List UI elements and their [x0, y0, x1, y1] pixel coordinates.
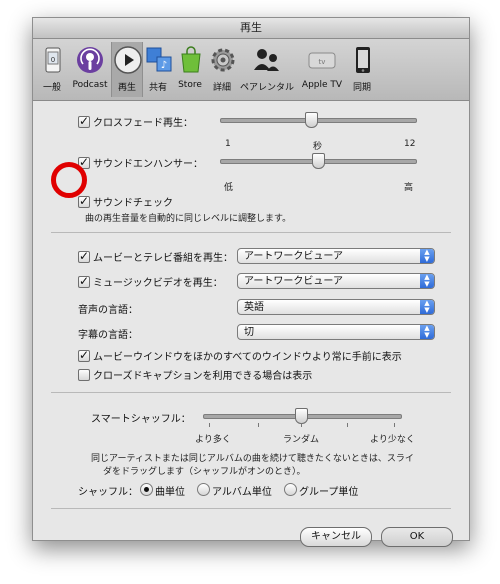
tab-sync-label: 同期 — [352, 83, 371, 93]
shuffle-album-label: アルバム単位 — [212, 487, 272, 498]
tab-playback[interactable]: 再生 — [111, 42, 143, 97]
shuffle-label: シャッフル： — [78, 487, 138, 498]
cancel-button[interactable]: キャンセル — [300, 527, 372, 547]
tab-store-label: Store — [178, 80, 202, 90]
crossfade-checkbox[interactable] — [78, 114, 90, 128]
tab-playback-label: 再生 — [117, 83, 136, 93]
gear-icon — [211, 48, 235, 72]
popup-arrows-icon: ▲ ▼ — [420, 300, 434, 314]
preferences-toolbar: 0 一般 Podcast 再生 ♪ 共有 Store 詳細 ペアレンタル tv … — [33, 39, 469, 101]
tab-apple-tv[interactable]: tv Apple TV — [299, 42, 345, 97]
crossfade-slider-track[interactable] — [220, 118, 417, 123]
music-video-checkbox[interactable] — [78, 274, 90, 288]
shuffle-group-label: グループ単位 — [299, 487, 359, 498]
smart-shuffle-less-label: より多く — [195, 435, 231, 445]
movies-tv-popup-value: アートワークビューア — [244, 251, 343, 262]
music-video-popup[interactable]: アートワークビューア ▲ ▼ — [237, 273, 435, 289]
movie-window-top-label: ムービーウインドウをほかのすべてのウインドウより常に手前に表示 — [93, 352, 402, 363]
sound-enhancer-slider-thumb[interactable] — [312, 153, 325, 169]
preferences-window: 再生 0 一般 Podcast 再生 ♪ 共有 Store 詳細 ペアレンタル … — [32, 17, 470, 547]
apple-tv-icon: tv — [308, 52, 336, 69]
shuffle-album-radio[interactable] — [197, 483, 210, 496]
popup-arrows-icon: ▲ ▼ — [420, 325, 434, 339]
closed-caption-checkbox[interactable] — [78, 369, 90, 381]
sound-check-description: 曲の再生音量を自動的に同じレベルに調整します。 — [85, 214, 292, 224]
audio-language-label: 音声の言語： — [78, 305, 138, 316]
closed-caption-label: クローズドキャプションを利用できる場合は表示 — [93, 371, 313, 382]
crossfade-min-label: 1 — [225, 139, 231, 149]
sound-enhancer-label: サウンドエンハンサー： — [93, 159, 203, 170]
separator — [51, 392, 451, 393]
crossfade-slider-thumb[interactable] — [305, 112, 318, 128]
crossfade-label: クロスフェード再生： — [93, 118, 193, 129]
slider-tick — [301, 423, 302, 427]
smart-shuffle-description-2: ダをドラッグします（シャッフルがオンのとき）。 — [103, 467, 306, 477]
separator — [51, 232, 451, 233]
window-title: 再生 — [33, 18, 469, 39]
svg-text:♪: ♪ — [161, 60, 167, 71]
slider-tick — [209, 423, 210, 427]
tab-general[interactable]: 0 一般 — [37, 42, 67, 97]
svg-text:0: 0 — [51, 56, 55, 64]
popup-arrows-icon: ▲ ▼ — [420, 274, 434, 288]
smart-shuffle-description-1: 同じアーティストまたは同じアルバムの曲を続けて聴きたくないときは、スライ — [91, 454, 414, 464]
parental-icon — [254, 49, 279, 71]
podcast-icon — [77, 47, 103, 73]
subtitle-language-label: 字幕の言語： — [78, 330, 138, 341]
tab-store[interactable]: Store — [175, 42, 205, 97]
shuffle-song-radio[interactable] — [140, 483, 153, 496]
sound-enhancer-high-label: 高 — [404, 183, 414, 193]
sound-enhancer-low-label: 低 — [224, 183, 234, 193]
smart-shuffle-slider-thumb[interactable] — [295, 408, 308, 424]
audio-language-popup-value: 英語 — [244, 302, 264, 313]
shuffle-song-label: 曲単位 — [155, 487, 185, 498]
store-bag-icon — [181, 46, 201, 73]
phone-general-icon: 0 — [45, 47, 61, 73]
sharing-icon: ♪ — [146, 47, 172, 72]
movies-tv-popup[interactable]: アートワークビューア ▲ ▼ — [237, 248, 435, 264]
movies-tv-checkbox[interactable] — [78, 249, 90, 263]
movies-tv-label: ムービーとテレビ番組を再生： — [93, 253, 233, 264]
separator — [51, 508, 451, 509]
smart-shuffle-label: スマートシャッフル： — [91, 414, 191, 425]
tab-apple-tv-label: Apple TV — [301, 80, 343, 90]
smart-shuffle-more-label: より少なく — [370, 435, 415, 445]
tab-sharing-label: 共有 — [148, 83, 167, 93]
popup-arrows-icon: ▲ ▼ — [420, 249, 434, 263]
annotation-circle — [51, 162, 87, 198]
music-video-label: ミュージックビデオを再生： — [93, 278, 223, 289]
tab-podcast-label: Podcast — [72, 80, 108, 90]
movie-window-top-checkbox[interactable] — [78, 348, 90, 362]
tab-podcast[interactable]: Podcast — [69, 42, 111, 97]
music-video-popup-value: アートワークビューア — [244, 276, 343, 287]
tab-advanced-label: 詳細 — [212, 83, 231, 93]
ok-button[interactable]: OK — [381, 527, 453, 547]
tab-sync[interactable]: 同期 — [347, 42, 377, 97]
sound-check-label: サウンドチェック — [93, 198, 173, 209]
crossfade-unit-label: 秒 — [313, 142, 323, 152]
sound-check-checkbox[interactable] — [78, 194, 90, 208]
sync-icon — [356, 47, 370, 73]
tab-advanced[interactable]: 詳細 — [207, 42, 237, 97]
slider-tick — [258, 423, 259, 427]
tab-parental-label: ペアレンタル — [239, 83, 294, 93]
smart-shuffle-mid-label: ランダム — [283, 435, 320, 445]
subtitle-language-popup-value: 切 — [244, 327, 254, 338]
playback-pane: クロスフェード再生： 1 秒 12 サウンドエンハンサー： 低 高 サウンドチェ… — [33, 101, 469, 547]
play-icon — [114, 46, 142, 74]
audio-language-popup[interactable]: 英語 ▲ ▼ — [237, 299, 435, 315]
shuffle-group-radio[interactable] — [284, 483, 297, 496]
svg-text:tv: tv — [319, 58, 326, 66]
tab-parental[interactable]: ペアレンタル — [239, 42, 295, 97]
tab-general-label: 一般 — [42, 83, 61, 93]
slider-tick — [347, 423, 348, 427]
tab-sharing[interactable]: ♪ 共有 — [143, 42, 173, 97]
subtitle-language-popup[interactable]: 切 ▲ ▼ — [237, 324, 435, 340]
crossfade-max-label: 12 — [404, 139, 416, 149]
slider-tick — [394, 423, 395, 427]
